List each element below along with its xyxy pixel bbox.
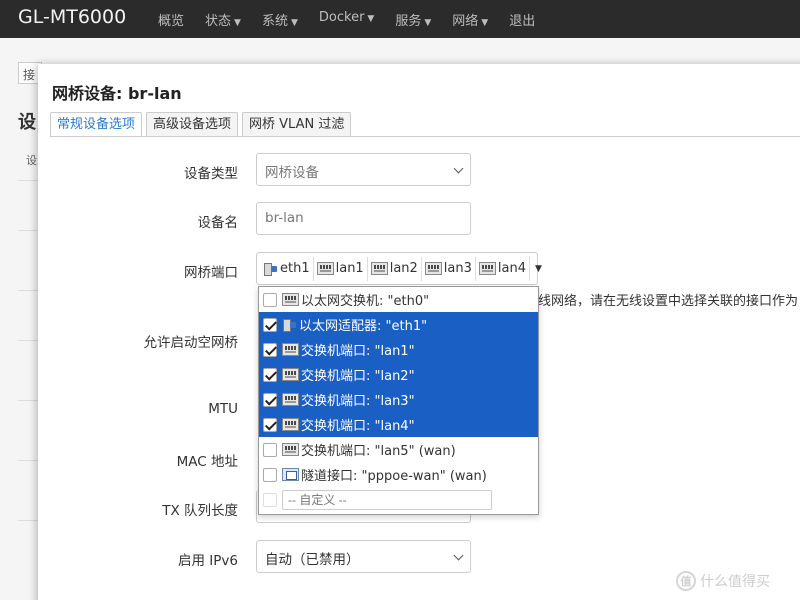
tab-bridge-vlan-filter[interactable]: 网桥 VLAN 过滤 xyxy=(242,112,352,137)
checkbox[interactable] xyxy=(263,292,277,307)
enable-ipv6-select[interactable]: 自动（已禁用） xyxy=(256,540,471,573)
mtu-label: MTU xyxy=(208,401,238,417)
option-pppoe-wan[interactable]: 隧道接口: "pppoe-wan" (wan) xyxy=(259,462,538,487)
tab-general-options[interactable]: 常规设备选项 xyxy=(50,112,143,137)
device-type-value: 网桥设备 xyxy=(265,165,319,181)
dropdown-arrow-icon[interactable]: ▼ xyxy=(535,264,542,274)
bridge-ports-dropdown: 以太网交换机: "eth0" 以太网适配器: "eth1" 交换机端口: "la… xyxy=(258,286,539,515)
ethernet-adapter-icon xyxy=(282,318,297,332)
checkbox-checked[interactable] xyxy=(263,417,277,432)
option-eth1[interactable]: 以太网适配器: "eth1" xyxy=(259,312,538,337)
top-navbar: GL-MT6000 概览 状态 ▼ 系统 ▼ Docker ▼ 服务 ▼ 网络 ▼ 退出 xyxy=(0,0,800,38)
switch-port-icon xyxy=(316,262,334,275)
device-name-value: br-lan xyxy=(265,210,304,226)
nav-overview[interactable]: 概览 xyxy=(158,10,184,29)
switch-port-icon xyxy=(282,343,299,356)
checkbox-checked[interactable] xyxy=(263,317,277,332)
bridge-ports-label: 网桥端口 xyxy=(184,265,238,281)
divider xyxy=(18,520,40,521)
switch-port-icon xyxy=(282,368,299,381)
nav-network[interactable]: 网络 ▼ xyxy=(452,10,488,29)
nav-services[interactable]: 服务 ▼ xyxy=(395,10,431,29)
caret-down-icon: ▼ xyxy=(481,18,489,28)
checkbox-checked[interactable] xyxy=(263,367,277,382)
device-type-label: 设备类型 xyxy=(184,166,238,182)
divider xyxy=(18,230,40,231)
caret-down-icon: ▼ xyxy=(424,18,432,28)
modal-title: 网桥设备: br-lan xyxy=(52,84,182,103)
checkbox-disabled xyxy=(263,492,277,507)
option-lan4[interactable]: 交换机端口: "lan4" xyxy=(259,412,538,437)
main-nav: 概览 状态 ▼ 系统 ▼ Docker ▼ 服务 ▼ 网络 ▼ 退出 xyxy=(158,10,556,29)
nav-status[interactable]: 状态 ▼ xyxy=(205,10,241,29)
switch-port-icon xyxy=(424,262,442,275)
device-type-select[interactable]: 网桥设备 xyxy=(256,153,471,186)
option-lan3[interactable]: 交换机端口: "lan3" xyxy=(259,387,538,412)
nav-docker[interactable]: Docker ▼ xyxy=(319,10,374,29)
device-name-label: 设备名 xyxy=(197,215,239,231)
bridge-device-modal: 网桥设备: br-lan 常规设备选项 高级设备选项 网桥 VLAN 过滤 设备… xyxy=(38,64,800,600)
checkbox-checked[interactable] xyxy=(263,342,277,357)
background-row-label: 设 xyxy=(26,154,37,167)
ethernet-adapter-icon xyxy=(263,262,278,276)
nav-logout[interactable]: 退出 xyxy=(509,10,535,29)
switch-port-icon xyxy=(282,418,299,431)
checkbox[interactable] xyxy=(263,442,277,457)
divider xyxy=(18,290,40,291)
option-eth0[interactable]: 以太网交换机: "eth0" xyxy=(259,287,538,312)
brand-title[interactable]: GL-MT6000 xyxy=(18,6,126,28)
divider xyxy=(18,460,40,461)
option-lan5[interactable]: 交换机端口: "lan5" (wan) xyxy=(259,437,538,462)
option-custom xyxy=(259,487,538,512)
allow-empty-bridge-label: 允许启动空网桥 xyxy=(143,335,239,351)
wireless-hint-text: 线网络，请在无线设置中选择关联的接口作为 xyxy=(538,294,799,309)
tunnel-icon xyxy=(282,468,299,481)
mac-address-label: MAC 地址 xyxy=(176,454,238,470)
watermark-logo-icon: 值 xyxy=(676,571,696,591)
enable-ipv6-label: 启用 IPv6 xyxy=(178,553,238,569)
port-chip-eth1: eth1 xyxy=(260,256,314,281)
switch-port-icon xyxy=(282,393,299,406)
enable-ipv6-value: 自动（已禁用） xyxy=(265,552,360,568)
watermark: 值 什么值得买 xyxy=(676,571,770,591)
divider xyxy=(18,340,40,341)
watermark-text: 什么值得买 xyxy=(700,574,770,590)
port-chip-lan4: lan4 xyxy=(476,256,530,281)
switch-icon xyxy=(282,293,299,306)
switch-port-icon xyxy=(370,262,388,275)
caret-down-icon: ▼ xyxy=(290,18,298,28)
bridge-ports-select[interactable]: eth1 lan1 lan2 lan3 lan4 ▼ xyxy=(256,252,542,285)
caret-down-icon: ▼ xyxy=(234,18,241,28)
option-lan2[interactable]: 交换机端口: "lan2" xyxy=(259,362,538,387)
modal-tabs: 常规设备选项 高级设备选项 网桥 VLAN 过滤 xyxy=(50,112,355,137)
switch-port-icon xyxy=(282,443,299,456)
checkbox-checked[interactable] xyxy=(263,392,277,407)
tabs-divider xyxy=(50,136,800,137)
port-chip-lan2: lan2 xyxy=(368,256,422,281)
device-name-input[interactable]: br-lan xyxy=(256,202,471,235)
divider xyxy=(18,180,40,181)
checkbox[interactable] xyxy=(263,467,277,482)
tx-queue-length-label: TX 队列长度 xyxy=(162,503,238,519)
background-heading: 设 xyxy=(18,112,36,133)
nav-system[interactable]: 系统 ▼ xyxy=(262,10,298,29)
port-chip-lan1: lan1 xyxy=(314,256,368,281)
divider xyxy=(18,400,40,401)
tab-advanced-options[interactable]: 高级设备选项 xyxy=(146,112,239,137)
port-chip-lan3: lan3 xyxy=(422,256,476,281)
caret-down-icon: ▼ xyxy=(367,14,375,24)
switch-port-icon xyxy=(478,262,496,275)
option-lan1[interactable]: 交换机端口: "lan1" xyxy=(259,337,538,362)
custom-port-input[interactable] xyxy=(282,489,492,510)
